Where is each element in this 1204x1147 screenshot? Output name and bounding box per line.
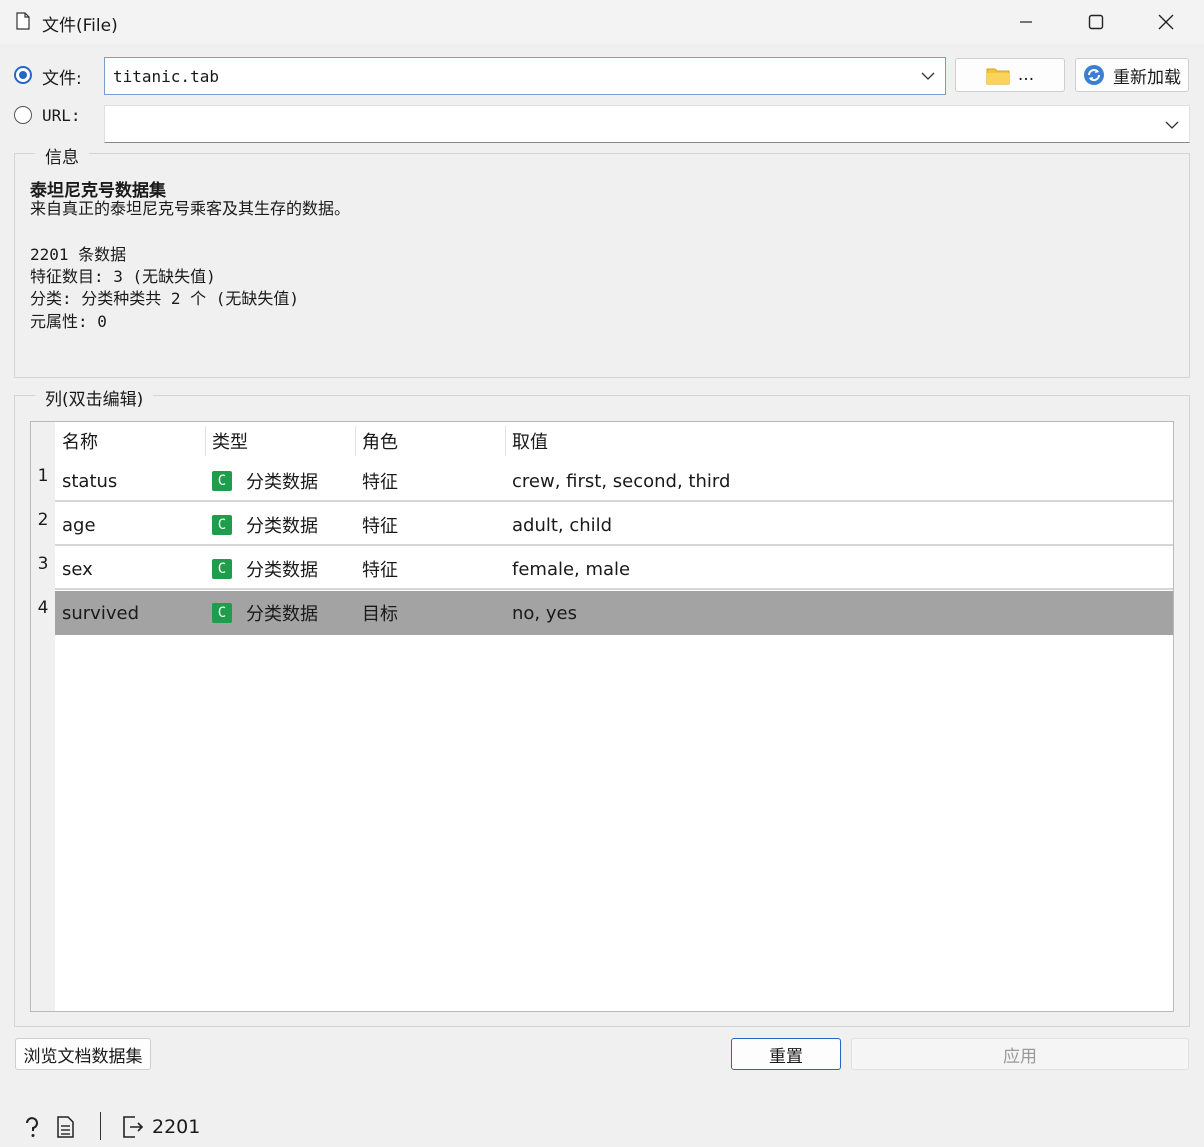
table-row[interactable]: status C 分类数据 特征 crew, first, second, th… — [55, 459, 1173, 503]
cell-role[interactable]: 特征 — [355, 503, 505, 547]
minimize-button[interactable] — [991, 0, 1061, 44]
row-number: 4 — [37, 598, 49, 618]
columns-group-title: 列(双击编辑) — [35, 385, 154, 410]
row-number: 1 — [37, 466, 49, 486]
output-count: 2201 — [152, 1116, 201, 1138]
cell-values[interactable]: no, yes — [505, 591, 1165, 635]
cell-role[interactable]: 目标 — [355, 591, 505, 635]
close-icon — [1158, 14, 1174, 30]
output-icon — [123, 1116, 144, 1138]
cell-role[interactable]: 特征 — [355, 547, 505, 591]
cell-type-label: 分类数据 — [246, 560, 318, 581]
info-description: 来自真正的泰坦尼克号乘客及其生存的数据。 — [30, 199, 351, 218]
cell-values[interactable]: crew, first, second, third — [505, 459, 1165, 503]
row-number: 2 — [37, 510, 49, 530]
file-radio[interactable] — [14, 66, 32, 84]
row-divider — [55, 588, 1173, 590]
file-combobox[interactable]: titanic.tab — [104, 57, 946, 95]
table-row[interactable]: age C 分类数据 特征 adult, child — [55, 503, 1173, 547]
reset-button[interactable]: 重置 — [731, 1038, 841, 1070]
window-title: 文件(File) — [42, 16, 118, 36]
header-type[interactable]: 类型 — [205, 422, 355, 460]
browse-label: ... — [1017, 65, 1035, 85]
cell-type[interactable]: C 分类数据 — [205, 459, 355, 503]
info-group-title: 信息 — [35, 143, 89, 168]
folder-icon — [986, 68, 1010, 85]
minimize-icon — [1020, 21, 1032, 23]
cell-type-label: 分类数据 — [246, 472, 318, 493]
close-button[interactable] — [1131, 0, 1201, 44]
row-divider — [55, 544, 1173, 546]
chevron-down-icon — [921, 72, 935, 80]
chevron-down-icon — [1165, 121, 1179, 129]
url-radio[interactable] — [14, 106, 32, 124]
info-rows: 2201 条数据 — [30, 245, 127, 264]
categorical-icon: C — [212, 471, 232, 491]
apply-button[interactable]: 应用 — [851, 1038, 1189, 1070]
cell-type[interactable]: C 分类数据 — [205, 591, 355, 635]
cell-name[interactable]: status — [55, 459, 205, 503]
maximize-button[interactable] — [1061, 0, 1131, 44]
categorical-icon: C — [212, 515, 232, 535]
header-role[interactable]: 角色 — [355, 422, 505, 460]
row-number: 3 — [37, 554, 49, 574]
cell-role[interactable]: 特征 — [355, 459, 505, 503]
table-row[interactable]: sex C 分类数据 特征 female, male — [55, 547, 1173, 591]
cell-name[interactable]: age — [55, 503, 205, 547]
url-label: URL: — [42, 106, 81, 125]
categorical-icon: C — [212, 559, 232, 579]
cell-name[interactable]: sex — [55, 547, 205, 591]
row-divider — [55, 500, 1173, 502]
info-meta: 元属性: 0 — [30, 312, 107, 331]
categorical-icon: C — [212, 603, 232, 623]
maximize-icon — [1088, 14, 1104, 30]
file-value: titanic.tab — [113, 66, 219, 86]
header-values[interactable]: 取值 — [505, 422, 1165, 460]
info-class: 分类: 分类种类共 2 个 (无缺失值) — [30, 289, 300, 308]
cell-type-label: 分类数据 — [246, 516, 318, 537]
browse-file-button[interactable]: ... — [955, 58, 1065, 92]
cell-type[interactable]: C 分类数据 — [205, 503, 355, 547]
table-row-selected[interactable]: survived C 分类数据 目标 no, yes — [55, 591, 1173, 635]
columns-table[interactable]: 名称 类型 角色 取值 1 status C 分类数据 特征 crew, fir… — [30, 421, 1174, 1012]
reload-label: 重新加载 — [1113, 67, 1181, 88]
cell-values[interactable]: female, male — [505, 547, 1165, 591]
title-bar: 文件(File) — [0, 0, 1204, 44]
cell-name[interactable]: survived — [55, 591, 205, 635]
info-features: 特征数目: 3 (无缺失值) — [30, 267, 216, 286]
cell-values[interactable]: adult, child — [505, 503, 1165, 547]
refresh-icon — [1084, 65, 1104, 85]
report-icon[interactable] — [56, 1116, 76, 1138]
reload-button[interactable]: 重新加载 — [1075, 58, 1189, 92]
cell-type-label: 分类数据 — [246, 604, 318, 625]
header-name[interactable]: 名称 — [55, 422, 205, 460]
file-label: 文件: — [42, 69, 82, 89]
cell-type[interactable]: C 分类数据 — [205, 547, 355, 591]
browse-documentation-datasets-button[interactable]: 浏览文档数据集 — [15, 1038, 151, 1070]
status-separator — [100, 1112, 101, 1140]
url-combobox[interactable] — [104, 105, 1190, 143]
document-icon — [16, 12, 30, 30]
help-icon[interactable] — [22, 1116, 42, 1138]
